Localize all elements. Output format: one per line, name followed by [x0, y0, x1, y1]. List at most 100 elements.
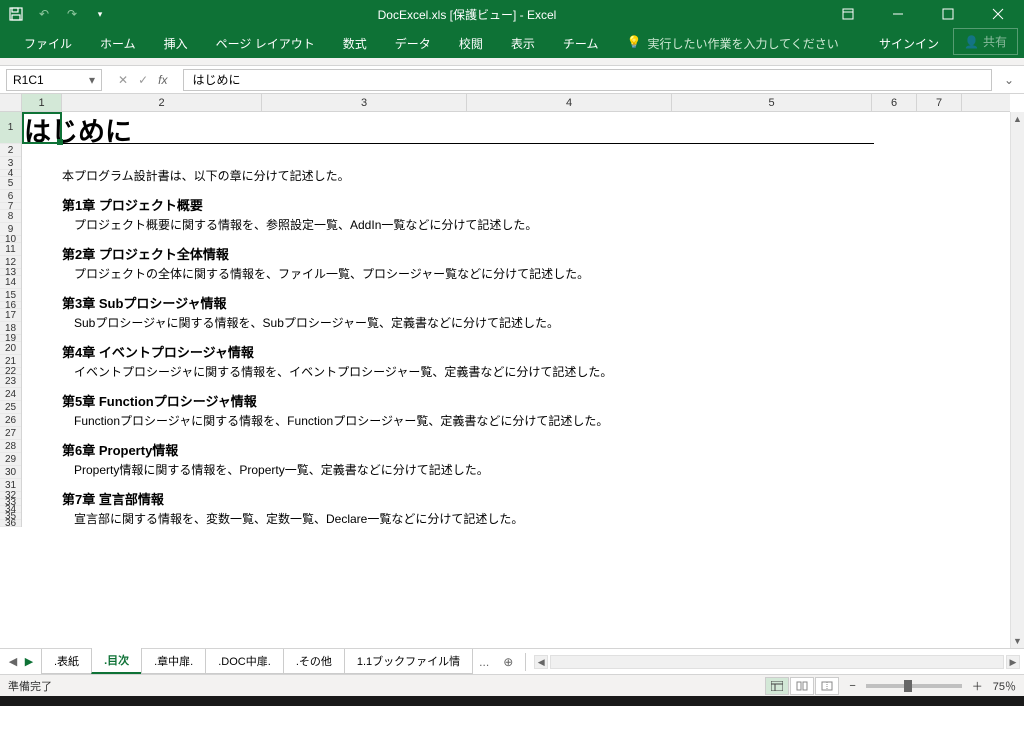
sheet-prev-icon[interactable]: ◀: [6, 655, 20, 668]
scroll-down-icon[interactable]: ▼: [1011, 634, 1024, 648]
row-header[interactable]: 7: [0, 203, 21, 210]
new-sheet-button[interactable]: ⊕: [495, 651, 521, 673]
row-header[interactable]: 5: [0, 177, 21, 190]
sheet-tab[interactable]: .章中扉.: [141, 649, 206, 674]
tab-data[interactable]: データ: [381, 29, 445, 58]
sheet-nav[interactable]: ◀ ▶: [0, 655, 42, 668]
status-ready: 準備完了: [8, 678, 52, 694]
fx-icon[interactable]: fx: [158, 73, 167, 87]
column-header[interactable]: 3: [262, 94, 467, 111]
row-header[interactable]: 17: [0, 309, 21, 322]
row-header[interactable]: 30: [0, 466, 21, 479]
tab-pagelayout[interactable]: ページ レイアウト: [202, 29, 329, 58]
row-header[interactable]: 8: [0, 210, 21, 223]
close-button[interactable]: [976, 0, 1020, 28]
status-bar: 準備完了 − ＋ 75％: [0, 674, 1024, 696]
formula-input[interactable]: はじめに: [183, 69, 991, 91]
row-header[interactable]: 27: [0, 427, 21, 440]
share-button[interactable]: 👤共有: [953, 28, 1018, 55]
row-header[interactable]: 4: [0, 170, 21, 177]
sheet-tab[interactable]: .目次: [91, 648, 142, 674]
tell-me[interactable]: 💡実行したい作業を入力してください: [612, 29, 852, 58]
row-header[interactable]: 16: [0, 302, 21, 309]
row-header[interactable]: 25: [0, 401, 21, 414]
row-header[interactable]: 1: [0, 112, 21, 144]
row-headers[interactable]: 1234567891011121314151617181920212223242…: [0, 112, 22, 527]
chevron-down-icon[interactable]: ▾: [89, 73, 95, 87]
sheet-next-icon[interactable]: ▶: [22, 655, 36, 668]
tab-view[interactable]: 表示: [497, 29, 549, 58]
pagebreak-view-button[interactable]: [815, 677, 839, 695]
tab-team[interactable]: チーム: [549, 29, 613, 58]
hscroll-track[interactable]: [550, 655, 1004, 669]
qat-customize-icon[interactable]: ▾: [92, 6, 108, 22]
column-headers[interactable]: 1234567: [22, 94, 1010, 112]
save-icon[interactable]: [8, 6, 24, 22]
row-header[interactable]: 26: [0, 414, 21, 427]
zoom-slider[interactable]: [866, 684, 962, 688]
column-header[interactable]: 7: [917, 94, 962, 111]
tab-formulas[interactable]: 数式: [329, 29, 381, 58]
horizontal-scrollbar[interactable]: ◀ ▶: [530, 655, 1024, 669]
row-header[interactable]: 2: [0, 144, 21, 157]
redo-icon[interactable]: ↷: [64, 6, 80, 22]
row-header[interactable]: 13: [0, 269, 21, 276]
expand-formula-icon[interactable]: ⌄: [1000, 73, 1018, 87]
minimize-button[interactable]: [876, 0, 920, 28]
cells-area[interactable]: はじめに 本プログラム設計書は、以下の章に分けて記述した。 第1章 プロジェクト…: [22, 112, 1010, 648]
chapter-title: 第2章 プロジェクト全体情報: [62, 246, 612, 264]
name-box[interactable]: R1C1 ▾: [6, 69, 102, 91]
worksheet-grid[interactable]: 1234567 12345678910111213141516171819202…: [0, 94, 1024, 648]
normal-view-button[interactable]: [765, 677, 789, 695]
scroll-left-icon[interactable]: ◀: [534, 655, 548, 669]
chapter-desc: Property情報に関する情報を、Property一覧、定義書などに分けて記述…: [62, 462, 612, 479]
zoom-out-button[interactable]: −: [849, 680, 855, 692]
chapter-title: 第1章 プロジェクト概要: [62, 197, 612, 215]
cancel-icon[interactable]: ✕: [118, 73, 128, 87]
chapter: 第6章 Property情報Property情報に関する情報を、Property…: [62, 442, 612, 479]
row-header[interactable]: 29: [0, 453, 21, 466]
sheet-tab[interactable]: 1.1ブックファイル情: [344, 649, 473, 674]
zoom-in-button[interactable]: ＋: [972, 678, 983, 694]
sheet-tab[interactable]: .表紙: [41, 649, 92, 674]
column-header[interactable]: 1: [22, 94, 62, 111]
tab-home[interactable]: ホーム: [86, 29, 150, 58]
sheet-more[interactable]: ...: [473, 651, 495, 673]
row-header[interactable]: 22: [0, 368, 21, 375]
row-header[interactable]: 20: [0, 342, 21, 355]
title-underline: [22, 143, 874, 144]
ribbon-options-icon[interactable]: [826, 0, 870, 28]
maximize-button[interactable]: [926, 0, 970, 28]
signin-button[interactable]: サインイン: [865, 29, 953, 58]
sheet-tab[interactable]: .その他: [283, 649, 345, 674]
row-header[interactable]: 19: [0, 335, 21, 342]
row-header[interactable]: 14: [0, 276, 21, 289]
row-header[interactable]: 10: [0, 236, 21, 243]
person-icon: 👤: [964, 35, 979, 49]
chapter-title: 第7章 宣言部情報: [62, 491, 612, 509]
row-header[interactable]: 11: [0, 243, 21, 256]
column-header[interactable]: 6: [872, 94, 917, 111]
page-layout-view-button[interactable]: [790, 677, 814, 695]
row-header[interactable]: 28: [0, 440, 21, 453]
enter-icon[interactable]: ✓: [138, 73, 148, 87]
chapter: 第7章 宣言部情報宣言部に関する情報を、変数一覧、定数一覧、Declare一覧な…: [62, 491, 612, 528]
row-header[interactable]: 24: [0, 388, 21, 401]
tab-insert[interactable]: 挿入: [150, 29, 202, 58]
select-all-corner[interactable]: [0, 94, 22, 112]
chapter-desc: 宣言部に関する情報を、変数一覧、定数一覧、Declare一覧などに分けて記述した…: [62, 511, 612, 528]
column-header[interactable]: 4: [467, 94, 672, 111]
zoom-level[interactable]: 75％: [993, 678, 1016, 694]
zoom-thumb[interactable]: [904, 680, 912, 692]
scroll-up-icon[interactable]: ▲: [1011, 112, 1024, 126]
sheet-tab[interactable]: .DOC中扉.: [205, 649, 284, 674]
row-header[interactable]: 36: [0, 520, 21, 527]
column-header[interactable]: 2: [62, 94, 262, 111]
vertical-scrollbar[interactable]: ▲ ▼: [1010, 112, 1024, 648]
column-header[interactable]: 5: [672, 94, 872, 111]
tab-review[interactable]: 校閲: [445, 29, 497, 58]
row-header[interactable]: 23: [0, 375, 21, 388]
scroll-right-icon[interactable]: ▶: [1006, 655, 1020, 669]
tab-file[interactable]: ファイル: [10, 29, 86, 58]
undo-icon[interactable]: ↶: [36, 6, 52, 22]
